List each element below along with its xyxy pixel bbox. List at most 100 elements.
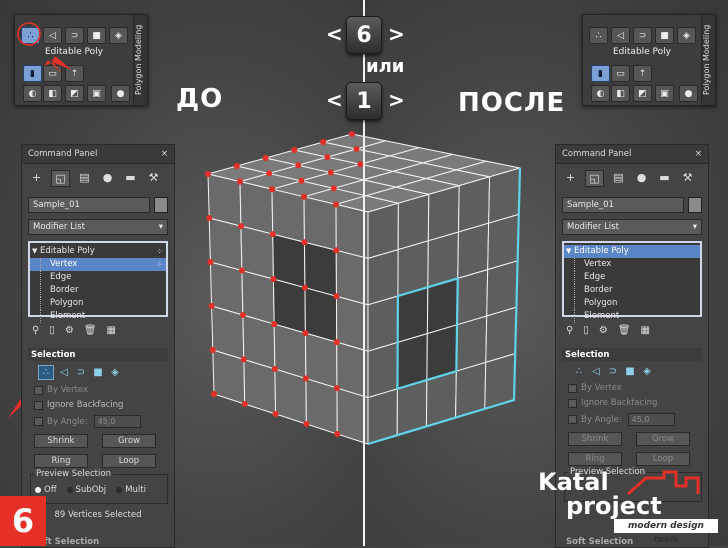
- modifier-stack: ▼ Editable Poly ⁘ Vertex ⁘ Edge Border Poly…: [28, 241, 168, 323]
- utilities-tab-icon[interactable]: ⚒: [145, 170, 162, 185]
- angle-input[interactable]: 45,0: [93, 415, 141, 428]
- object-name-field[interactable]: Sample_01: [562, 197, 684, 213]
- modify-tab-icon[interactable]: ◱: [585, 170, 604, 187]
- modifier-list-label: Modifier List: [33, 222, 85, 232]
- hierarchy-tab-icon[interactable]: ▤: [610, 170, 627, 185]
- radio-off[interactable]: Off: [35, 485, 57, 495]
- radio-subobj[interactable]: SubObj: [67, 485, 107, 495]
- ignore-backfacing-checkbox[interactable]: Ignore Backfacing: [34, 400, 174, 410]
- close-icon[interactable]: ×: [695, 149, 702, 159]
- shrink-button[interactable]: Shrink: [568, 432, 622, 446]
- remove-modifier-icon[interactable]: 🗑: [618, 325, 631, 336]
- display-tab-icon[interactable]: ▬: [122, 170, 139, 185]
- grow-button[interactable]: Grow: [636, 432, 690, 446]
- by-vertex-checkbox[interactable]: By Vertex: [34, 385, 174, 395]
- collapse-triangle-icon: ▼: [32, 247, 38, 255]
- close-icon[interactable]: ×: [161, 149, 168, 159]
- selection-rollout-header[interactable]: Selection: [28, 348, 168, 361]
- collapse-triangle-icon: ▼: [566, 247, 572, 255]
- radio-multi[interactable]: Multi: [116, 485, 146, 495]
- make-unique-icon[interactable]: ⚙: [599, 325, 608, 336]
- object-name-row: Sample_01: [562, 197, 702, 213]
- utilities-tab-icon[interactable]: ⚒: [679, 170, 696, 185]
- modifier-list-dropdown[interactable]: Modifier List ▾: [562, 219, 702, 235]
- polygon-mode-icon[interactable]: ■: [655, 27, 674, 44]
- repeat-icon[interactable]: ◩: [633, 85, 652, 102]
- stack-item-edge[interactable]: Edge: [564, 271, 700, 284]
- preview-selection-group: Preview Selection Off SubObj Multi: [30, 469, 168, 504]
- ring-button[interactable]: Ring: [568, 452, 622, 466]
- modifier-stack: ▼ Editable Poly Vertex Edge Border Polygo…: [562, 241, 702, 323]
- vertex-mode-icon[interactable]: ∴: [589, 27, 608, 44]
- motion-tab-icon[interactable]: ●: [633, 170, 650, 185]
- vertex-icon[interactable]: ∴: [38, 365, 54, 380]
- stack-item-editable-poly[interactable]: ▼ Editable Poly ⁘: [30, 245, 166, 258]
- border-mode-icon[interactable]: ⊃: [633, 27, 652, 44]
- preserve-uv-icon[interactable]: ◐: [591, 85, 610, 102]
- smooth-icon[interactable]: ●: [679, 85, 698, 102]
- edge-icon[interactable]: ◁: [589, 365, 603, 378]
- edge-icon[interactable]: ◁: [57, 366, 71, 379]
- stack-item-vertex[interactable]: Vertex ⁘: [30, 258, 166, 271]
- configure-sets-icon[interactable]: ▦: [107, 325, 116, 336]
- create-tab-icon[interactable]: +: [562, 170, 579, 185]
- ribbon-side-tab[interactable]: Polygon Modeling: [701, 15, 715, 105]
- selection-rollout-header[interactable]: Selection: [562, 348, 702, 361]
- stack-item-border[interactable]: Border: [30, 284, 166, 297]
- hierarchy-tab-icon[interactable]: ▤: [76, 170, 93, 185]
- show-end-result-icon[interactable]: ▯: [49, 325, 55, 336]
- configure-sets-icon[interactable]: ▦: [641, 325, 650, 336]
- stack-item-edge[interactable]: Edge: [30, 271, 166, 284]
- logo-tagline: modern design tools: [614, 519, 718, 545]
- modify-tab-icon[interactable]: ◱: [51, 170, 70, 187]
- model-tool-icon[interactable]: ▮: [591, 65, 610, 82]
- ignore-backfacing-checkbox[interactable]: Ignore Backfacing: [568, 398, 708, 408]
- pin-stack-icon[interactable]: ⚲: [566, 325, 573, 336]
- highlight-circle: [17, 22, 41, 46]
- angle-input[interactable]: 45,0: [627, 413, 675, 426]
- ring-loop-row: Ring Loop: [34, 454, 174, 468]
- element-icon[interactable]: ◈: [640, 365, 654, 378]
- attach-icon[interactable]: ⇡: [633, 65, 652, 82]
- stack-item-polygon[interactable]: Polygon: [30, 297, 166, 310]
- by-vertex-checkbox[interactable]: By Vertex: [568, 383, 708, 393]
- loop-button[interactable]: Loop: [636, 452, 690, 466]
- border-icon[interactable]: ⊃: [74, 366, 88, 379]
- modifier-list-dropdown[interactable]: Modifier List ▾: [28, 219, 168, 235]
- panel-title: Command Panel: [28, 149, 98, 159]
- object-name-field[interactable]: Sample_01: [28, 197, 150, 213]
- constraint-icon[interactable]: ▣: [655, 85, 674, 102]
- make-unique-icon[interactable]: ⚙: [65, 325, 74, 336]
- stack-item-element[interactable]: Element: [30, 310, 166, 323]
- shrink-button[interactable]: Shrink: [34, 434, 88, 448]
- show-cage-icon[interactable]: ◧: [611, 85, 630, 102]
- element-icon[interactable]: ◈: [108, 366, 122, 379]
- remove-modifier-icon[interactable]: 🗑: [84, 325, 97, 336]
- stack-item-element[interactable]: Element: [564, 310, 700, 323]
- collapse-icon[interactable]: ▭: [611, 65, 630, 82]
- shrink-grow-row: Shrink Grow: [34, 434, 174, 448]
- stack-item-border[interactable]: Border: [564, 284, 700, 297]
- ring-button[interactable]: Ring: [34, 454, 88, 468]
- pin-stack-icon[interactable]: ⚲: [32, 325, 39, 336]
- stack-item-vertex[interactable]: Vertex: [564, 258, 700, 271]
- panel-title: Command Panel: [562, 149, 632, 159]
- create-tab-icon[interactable]: +: [28, 170, 45, 185]
- element-mode-icon[interactable]: ◈: [677, 27, 696, 44]
- edge-mode-icon[interactable]: ◁: [611, 27, 630, 44]
- object-color-swatch[interactable]: [154, 197, 168, 213]
- loop-button[interactable]: Loop: [102, 454, 156, 468]
- vertex-icon[interactable]: ∴: [572, 365, 586, 378]
- display-tab-icon[interactable]: ▬: [656, 170, 673, 185]
- object-color-swatch[interactable]: [688, 197, 702, 213]
- panel-titlebar: Command Panel ×: [556, 145, 708, 164]
- stack-item-polygon[interactable]: Polygon: [564, 297, 700, 310]
- show-end-result-icon[interactable]: ▯: [583, 325, 589, 336]
- border-icon[interactable]: ⊃: [606, 365, 620, 378]
- by-angle-row: By Angle: 45,0: [34, 415, 174, 428]
- stack-item-editable-poly[interactable]: ▼ Editable Poly: [564, 245, 700, 258]
- polygon-icon[interactable]: ■: [91, 366, 105, 379]
- motion-tab-icon[interactable]: ●: [99, 170, 116, 185]
- polygon-icon[interactable]: ■: [623, 365, 637, 378]
- grow-button[interactable]: Grow: [102, 434, 156, 448]
